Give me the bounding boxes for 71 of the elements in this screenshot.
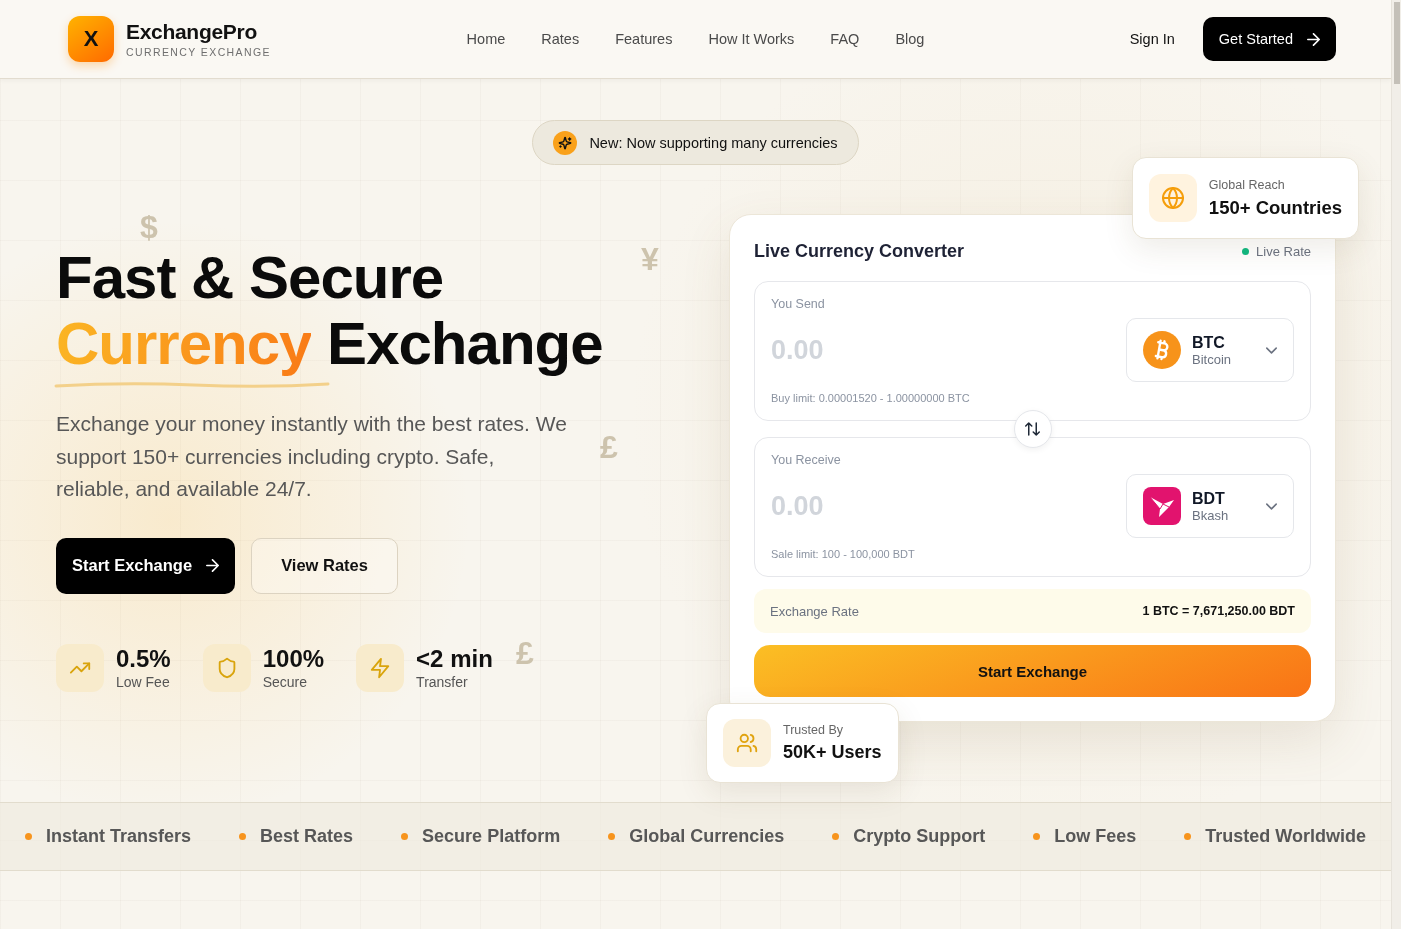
- live-rate-label: Live Rate: [1256, 243, 1311, 259]
- users-icon: [723, 719, 771, 767]
- hero-heading: Fast & Secure Currency Exchange: [56, 245, 603, 377]
- nav-link[interactable]: Home: [466, 31, 506, 47]
- trend-up-icon: [56, 643, 104, 692]
- arrow-right-icon: [206, 559, 220, 572]
- dot-icon: [832, 833, 840, 840]
- card-value: 50K+ Users: [783, 740, 882, 764]
- start-exchange-button[interactable]: Start Exchange: [56, 537, 236, 594]
- swap-arrows-icon: [1025, 422, 1040, 436]
- ticker-item: Trusted Worldwide: [1205, 826, 1366, 847]
- ticker-item: Crypto Support: [853, 826, 986, 847]
- swap-button[interactable]: [1013, 410, 1052, 448]
- bitcoin-icon: [1143, 331, 1181, 369]
- arrow-right-icon: [1307, 32, 1320, 46]
- dot-icon: [401, 833, 409, 840]
- view-rates-button[interactable]: View Rates: [251, 537, 398, 594]
- limit-text: Buy limit: 0.00001520 - 1.00000000 BTC: [771, 391, 970, 405]
- ticker-item: Global Currencies: [629, 826, 785, 847]
- currency-symbol: £: [516, 637, 534, 669]
- rate-value: 1 BTC = 7,671,250.00 BDT: [1142, 604, 1295, 618]
- ticker-item: Instant Transfers: [46, 826, 192, 847]
- stat-label: Secure: [262, 672, 309, 691]
- chevron-down-icon: [1266, 502, 1277, 510]
- scrollbar[interactable]: [1391, 0, 1401, 929]
- dot-icon: [239, 833, 247, 840]
- shield-icon: [202, 643, 251, 692]
- stat-value: 0.5%: [116, 644, 171, 673]
- chevron-down-icon: [1266, 346, 1277, 354]
- dot-icon: [608, 833, 616, 840]
- currency-select[interactable]: BTC Bitcoin: [1126, 318, 1294, 382]
- dot-icon: [25, 833, 32, 840]
- get-started-button[interactable]: Get Started: [1202, 17, 1336, 61]
- card-label: Global Reach: [1208, 177, 1286, 193]
- sparkle-icon: [553, 130, 578, 155]
- dot-icon: [1184, 833, 1192, 840]
- card-label: Trusted By: [783, 722, 844, 738]
- brand-tagline: CURRENCY EXCHANGE: [126, 45, 271, 59]
- status-dot-icon: [1242, 247, 1250, 255]
- ticker-item: Low Fees: [1054, 826, 1137, 847]
- currency-symbol: ¥: [641, 243, 659, 275]
- nav-link[interactable]: Blog: [895, 31, 925, 47]
- stat-label: Low Fee: [116, 672, 171, 691]
- stat-value: 100%: [262, 644, 325, 673]
- nav-link[interactable]: How It Works: [708, 31, 795, 47]
- brand-name: ExchangePro: [126, 19, 258, 44]
- announcement-text: New: Now supporting many currencies: [589, 134, 838, 151]
- currency-symbol: £: [600, 431, 618, 463]
- limit-text: Sale limit: 100 - 100,000 BDT: [771, 547, 915, 561]
- field-label: You Receive: [771, 453, 841, 468]
- dot-icon: [1033, 833, 1041, 840]
- sign-in-link[interactable]: Sign In: [1129, 31, 1175, 47]
- field-label: You Send: [771, 297, 825, 312]
- globe-icon: [1148, 174, 1197, 222]
- hero-description: Exchange your money instantly with the best rates. We support 150+ currencies including crypto. Safe, reliable, and available 24/7.: [56, 411, 568, 502]
- lightning-icon: [356, 643, 405, 692]
- rate-label: Exchange Rate: [770, 603, 859, 619]
- card-value: 150+ Countries: [1208, 195, 1342, 219]
- currency-symbol: $: [140, 211, 158, 243]
- start-exchange-button[interactable]: Start Exchange: [754, 645, 1311, 697]
- ticker-item: Best Rates: [260, 826, 354, 847]
- nav-link[interactable]: FAQ: [830, 31, 860, 47]
- logo-mark[interactable]: X: [68, 16, 114, 62]
- stat-value: <2 min: [416, 644, 493, 673]
- nav-link[interactable]: Features: [615, 31, 673, 47]
- ticker-item: Secure Platform: [422, 826, 561, 847]
- stat-label: Transfer: [416, 672, 469, 691]
- nav-link[interactable]: Rates: [541, 31, 580, 47]
- converter-title: Live Currency Converter: [754, 240, 965, 262]
- bird-logo-icon: [1143, 487, 1181, 525]
- currency-select[interactable]: BDT Bkash: [1126, 474, 1294, 538]
